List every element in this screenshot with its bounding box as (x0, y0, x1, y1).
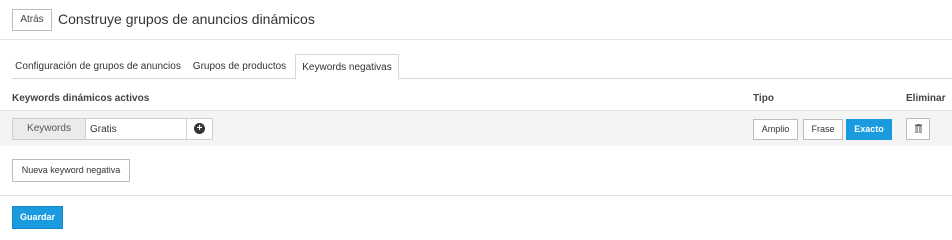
tab-bar: Configuración de grupos de anuncios Grup… (12, 54, 952, 80)
tab-grupos-productos[interactable]: Grupos de productos (184, 54, 295, 79)
page-header: Atrás Construye grupos de anuncios dinám… (0, 0, 952, 40)
page-title: Construye grupos de anuncios dinámicos (58, 11, 315, 27)
match-type-frase-button[interactable]: Frase (803, 119, 843, 140)
tab-keywords-negativas[interactable]: Keywords negativas (295, 54, 399, 80)
delete-keyword-button[interactable] (906, 118, 930, 140)
keyword-addon-label: Keywords (13, 119, 86, 139)
match-type-amplio-button[interactable]: Amplio (753, 119, 798, 140)
footer-divider (0, 195, 952, 196)
back-button[interactable]: Atrás (12, 9, 52, 31)
keyword-row: Keywords + Amplio Frase Exacto (0, 110, 952, 146)
tab-configuracion[interactable]: Configuración de grupos de anuncios (12, 54, 184, 79)
column-header-tipo: Tipo (753, 93, 774, 104)
plus-circle-icon: + (194, 123, 205, 134)
column-header-eliminar: Eliminar (906, 93, 946, 104)
keyword-input[interactable] (86, 119, 187, 139)
add-keyword-button[interactable]: + (187, 119, 212, 139)
column-header-keywords: Keywords dinámicos activos (12, 93, 150, 104)
keyword-input-group: Keywords + (12, 118, 213, 140)
save-button[interactable]: Guardar (12, 206, 63, 229)
trash-icon (915, 124, 922, 133)
match-type-exacto-button[interactable]: Exacto (846, 119, 892, 140)
new-negative-keyword-button[interactable]: Nueva keyword negativa (12, 159, 130, 182)
